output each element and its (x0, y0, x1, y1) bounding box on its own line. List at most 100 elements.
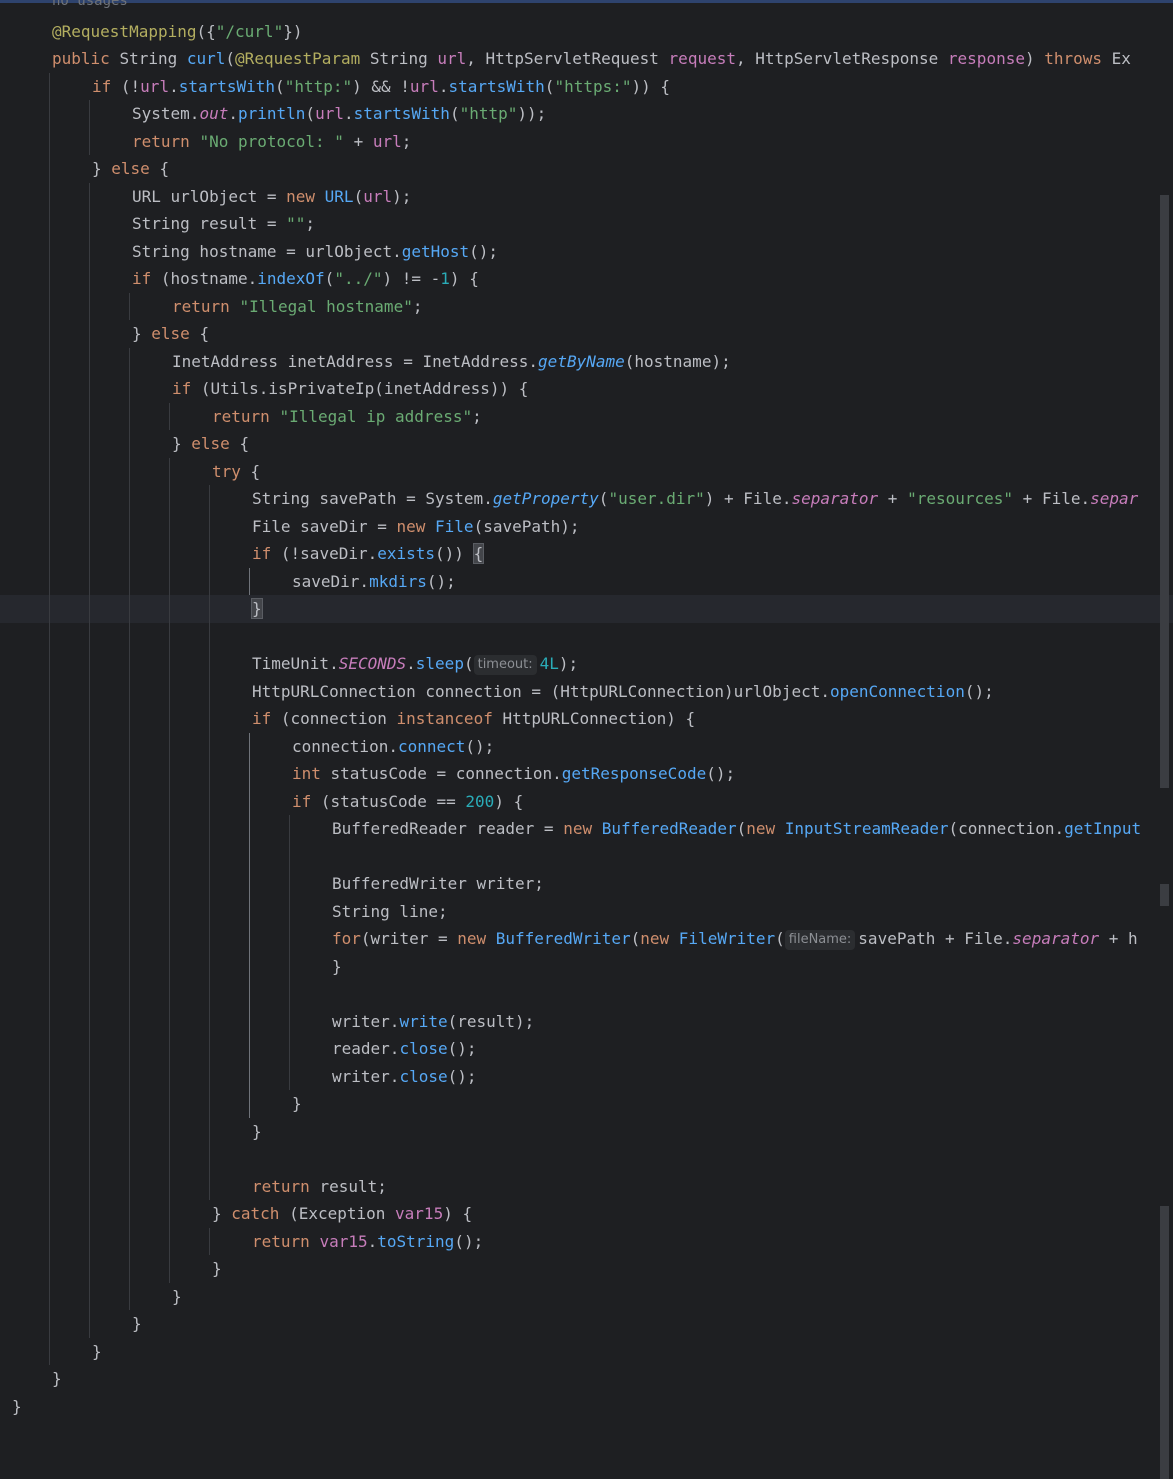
code-token: if (132, 269, 161, 288)
code-token: (hostname); (624, 351, 731, 371)
code-line[interactable]: return "Illegal ip address"; (0, 403, 1173, 431)
code-token: BufferedWriter writer; (332, 874, 544, 893)
code-line[interactable]: reader.close(); (0, 1035, 1173, 1063)
code-line[interactable]: TimeUnit.SECONDS.sleep(timeout: 4L); (0, 650, 1173, 678)
code-line[interactable]: } else { (0, 320, 1173, 348)
code-text: System.out.println(url.startsWith("http"… (132, 100, 546, 128)
code-token: @RequestMapping (52, 21, 197, 41)
code-token: return (172, 296, 240, 316)
code-token: { (199, 324, 210, 343)
code-token: (); (706, 764, 736, 783)
code-line[interactable]: if (Utils.isPrivateIp(inetAddress)) { (0, 375, 1173, 403)
code-line[interactable]: if (!url.startsWith("http:") && !url.sta… (0, 73, 1173, 101)
code-line[interactable] (0, 623, 1173, 651)
code-line[interactable]: return var15.toString(); (0, 1228, 1173, 1256)
code-line[interactable] (0, 980, 1173, 1008)
code-token: ) (1024, 49, 1045, 68)
code-token: } (172, 434, 192, 453)
code-line[interactable]: if (statusCode == 200) { (0, 788, 1173, 816)
code-line[interactable]: } (0, 953, 1173, 981)
code-line[interactable]: BufferedWriter writer; (0, 870, 1173, 898)
code-editor[interactable]: no usages @RequestMapping({"/curl"}) publ… (0, 0, 1173, 1479)
code-line[interactable]: } (0, 1283, 1173, 1311)
code-line[interactable]: URL urlObject = new URL(url); (0, 183, 1173, 211)
code-line[interactable]: } (0, 1365, 1173, 1393)
code-line[interactable]: return "Illegal hostname"; (0, 293, 1173, 321)
code-token: ); (392, 186, 412, 206)
code-token: separator (1012, 929, 1100, 948)
code-token: { (250, 461, 261, 481)
code-line[interactable]: connection.connect(); (0, 733, 1173, 761)
code-line[interactable]: return "No protocol: " + url; (0, 128, 1173, 156)
code-token: instanceof (396, 709, 503, 728)
code-line[interactable]: System.out.println(url.startsWith("http"… (0, 100, 1173, 128)
code-line[interactable]: @RequestMapping({"/curl"}) (0, 18, 1173, 46)
code-line[interactable]: InetAddress inetAddress = InetAddress.ge… (0, 348, 1173, 376)
code-line[interactable] (0, 1145, 1173, 1173)
code-line[interactable]: } (0, 1090, 1173, 1118)
code-line[interactable]: if (connection instanceof HttpURLConnect… (0, 705, 1173, 733)
code-token: File (435, 516, 474, 536)
code-line[interactable]: public String curl(@RequestParam String … (0, 45, 1173, 73)
code-token: (); (426, 571, 456, 591)
code-token: File saveDir = (252, 516, 397, 536)
code-line[interactable]: String result = ""; (0, 210, 1173, 238)
code-line[interactable]: } (0, 1393, 1173, 1421)
code-line[interactable]: int statusCode = connection.getResponseC… (0, 760, 1173, 788)
code-token: . (367, 1231, 378, 1251)
code-line[interactable]: String savePath = System.getProperty("us… (0, 485, 1173, 513)
code-line[interactable]: } (0, 1118, 1173, 1146)
code-text: String savePath = System.getProperty("us… (252, 485, 1138, 513)
code-token: new (640, 929, 679, 948)
code-line[interactable]: if (!saveDir.exists()) { (0, 540, 1173, 568)
indent-guide (169, 402, 170, 430)
code-line[interactable]: writer.write(result); (0, 1008, 1173, 1036)
code-line[interactable]: } (0, 595, 1173, 623)
code-token: public (52, 49, 120, 68)
code-token: } (92, 1341, 102, 1361)
code-token: (Exception (289, 1204, 396, 1223)
code-token: } (332, 956, 342, 976)
code-token: } (12, 1396, 22, 1416)
code-token: var15 (395, 1204, 444, 1223)
code-token: BufferedWriter (495, 929, 631, 948)
code-line[interactable]: try { (0, 458, 1173, 486)
code-token: ({ (196, 21, 216, 41)
usages-inlay[interactable]: no usages (52, 0, 128, 16)
code-line[interactable]: } else { (0, 155, 1173, 183)
code-text: BufferedWriter writer; (332, 870, 544, 898)
code-line[interactable]: String line; (0, 898, 1173, 926)
code-line[interactable]: } else { (0, 430, 1173, 458)
code-line[interactable]: } (0, 1255, 1173, 1283)
code-line[interactable]: if (hostname.indexOf("../") != -1) { (0, 265, 1173, 293)
code-token: (); (964, 681, 994, 701)
code-text: } (92, 1338, 102, 1366)
code-text: File saveDir = new File(savePath); (252, 513, 580, 541)
code-line[interactable]: HttpURLConnection connection = (HttpURLC… (0, 678, 1173, 706)
code-token: out (199, 104, 229, 123)
code-token: "" (286, 214, 306, 233)
code-line[interactable]: File saveDir = new File(savePath); (0, 513, 1173, 541)
indent-guide (89, 100, 90, 155)
code-line[interactable]: } (0, 1338, 1173, 1366)
code-token: 200 (465, 791, 495, 811)
code-token: println (237, 104, 306, 123)
code-token: if (292, 791, 321, 811)
code-line[interactable]: String hostname = urlObject.getHost(); (0, 238, 1173, 266)
code-text: if (connection instanceof HttpURLConnect… (252, 705, 695, 733)
code-line[interactable] (0, 843, 1173, 871)
code-text: public String curl(@RequestParam String … (52, 45, 1131, 73)
code-token: ( (736, 819, 747, 838)
code-token: url (140, 76, 170, 96)
code-line[interactable]: for(writer = new BufferedWriter(new File… (0, 925, 1173, 953)
code-text: if (!saveDir.exists()) { (252, 540, 485, 568)
code-line[interactable]: return result; (0, 1173, 1173, 1201)
code-token: throws (1044, 49, 1112, 68)
code-line[interactable]: } catch (Exception var15) { (0, 1200, 1173, 1228)
code-line[interactable]: writer.close(); (0, 1063, 1173, 1091)
code-token: write (399, 1011, 448, 1031)
scrollbar-thumb[interactable] (1160, 195, 1169, 788)
code-line[interactable]: } (0, 1310, 1173, 1338)
code-line[interactable]: BufferedReader reader = new BufferedRead… (0, 815, 1173, 843)
code-line[interactable]: saveDir.mkdirs(); (0, 568, 1173, 596)
